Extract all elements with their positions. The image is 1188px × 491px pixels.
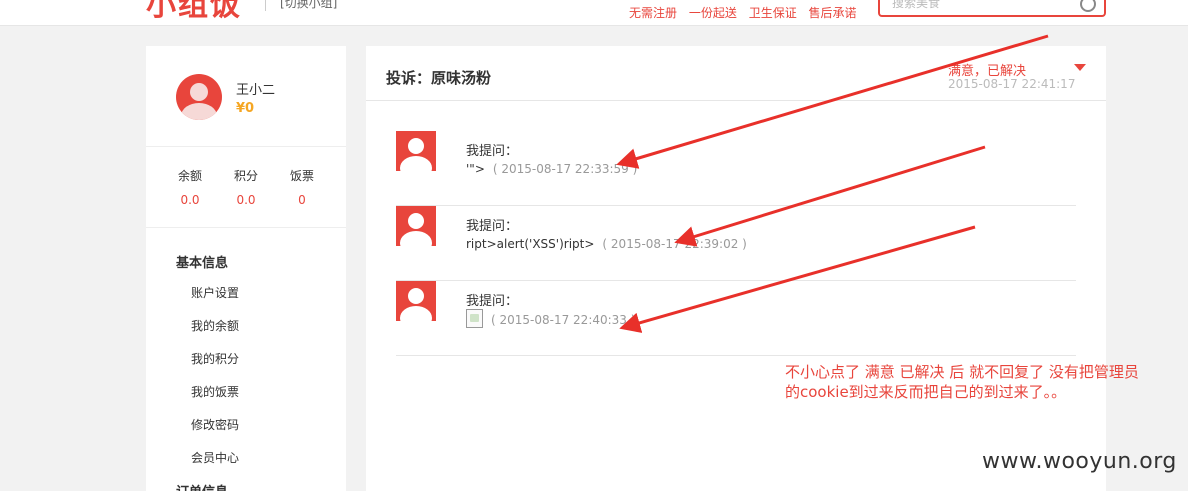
menu-account-settings[interactable]: 账户设置 [191, 284, 239, 301]
divider [146, 146, 346, 147]
asker-label: 我提问： [466, 294, 519, 309]
stat-meal-tickets-value: 0 [298, 193, 306, 207]
user-sidebar: 王小二 ¥0 余额 0.0 积分 0.0 饭票 0 基本信息 账户设置 我的余额… [146, 46, 346, 491]
chevron-down-icon[interactable] [1074, 64, 1086, 71]
list-item: 我提问： ( 2015-08-17 22:40:33 ) [396, 281, 1076, 356]
site-logo[interactable]: 小组饭 [146, 0, 242, 24]
stat-balance-value: 0.0 [180, 193, 200, 207]
menu-my-balance[interactable]: 我的余额 [191, 317, 239, 334]
watermark: www.wooyun.org [982, 449, 1177, 474]
nav-single-delivery[interactable]: 一份起送 [689, 6, 737, 20]
stat-points-label: 积分 [233, 169, 258, 183]
avatar-body-shape [400, 156, 432, 171]
complaint-panel: 投诉：原味汤粉 满意，已解决 2015-08-17 22:41:17 我提问： … [366, 46, 1106, 491]
message-timestamp: ( 2015-08-17 22:39:02 ) [602, 237, 747, 251]
broken-image-icon [466, 309, 483, 328]
message-timestamp: ( 2015-08-17 22:33:59 ) [492, 162, 638, 176]
list-item: 我提问： ript>alert('XSS')ript> ( 2015-08-17 … [396, 206, 1076, 281]
avatar-head-shape [190, 83, 208, 101]
menu-my-meal-tickets[interactable]: 我的饭票 [191, 383, 239, 400]
message-timestamp: ( 2015-08-17 22:40:33 ) [491, 313, 636, 327]
menu-member-center[interactable]: 会员中心 [191, 449, 239, 466]
avatar-body-shape [400, 306, 432, 321]
stat-meal-tickets[interactable]: 饭票 0 [272, 167, 332, 207]
section-order-info: 订单信息 [176, 481, 228, 491]
message-content: '"> ( 2015-08-17 22:33:59 ) [466, 162, 637, 176]
menu-change-password[interactable]: 修改密码 [191, 416, 239, 433]
asker-label: 我提问： [466, 219, 519, 234]
avatar-head-shape [408, 213, 424, 229]
top-header: 小组饭 [切换小组] 无需注册 一份起送 卫生保证 售后承诺 搜索美食 [0, 0, 1188, 26]
search-input[interactable]: 搜索美食 [892, 0, 940, 11]
avatar-body-shape [181, 103, 217, 120]
complaint-title: 投诉：原味汤粉 [386, 69, 492, 87]
search-icon[interactable] [1080, 0, 1096, 12]
avatar [396, 281, 436, 321]
status-timestamp: 2015-08-17 22:41:17 [948, 77, 1076, 91]
nav-no-register[interactable]: 无需注册 [629, 6, 677, 20]
asker-label: 我提问： [466, 144, 519, 159]
username: 王小二 [236, 83, 276, 98]
annotation-note: 不小心点了 满意 已解决 后 就不回复了 没有把管理员 的cookie到过来反而… [785, 362, 1180, 402]
section-basic-info: 基本信息 [176, 256, 229, 271]
message-content: ( 2015-08-17 22:40:33 ) [466, 309, 635, 328]
stat-points-value: 0.0 [236, 193, 256, 207]
complaint-header: 投诉：原味汤粉 满意，已解决 2015-08-17 22:41:17 [366, 46, 1106, 101]
search-box[interactable]: 搜索美食 [878, 0, 1106, 17]
nav-hygiene[interactable]: 卫生保证 [749, 6, 797, 20]
message-text: ript>alert('XSS')ript> [466, 237, 595, 251]
list-item: 我提问： '"> ( 2015-08-17 22:33:59 ) [396, 131, 1076, 206]
avatar [396, 206, 436, 246]
stat-points[interactable]: 积分 0.0 [216, 167, 276, 207]
avatar-head-shape [408, 288, 424, 304]
divider [146, 227, 346, 228]
nav-after-sales[interactable]: 售后承诺 [809, 6, 857, 20]
stat-meal-tickets-label: 饭票 [289, 169, 314, 183]
menu-my-points[interactable]: 我的积分 [191, 350, 239, 367]
message-text: '"> [466, 162, 485, 176]
stat-balance[interactable]: 余额 0.0 [160, 167, 220, 207]
avatar [396, 131, 436, 171]
avatar[interactable] [176, 74, 222, 120]
annotation-line-1: 不小心点了 满意 已解决 后 就不回复了 没有把管理员 [785, 363, 1139, 381]
annotation-line-2: 的cookie到过来反而把自己的到过来了。。 [785, 383, 1067, 401]
switch-group-link[interactable]: [切换小组] [265, 0, 337, 11]
coin-balance: ¥0 [236, 101, 255, 116]
avatar-body-shape [400, 231, 432, 246]
message-content: ript>alert('XSS')ript> ( 2015-08-17 22:39… [466, 237, 747, 251]
avatar-head-shape [408, 138, 424, 154]
stat-balance-label: 余额 [177, 169, 202, 183]
top-nav: 无需注册 一份起送 卫生保证 售后承诺 [629, 4, 865, 21]
